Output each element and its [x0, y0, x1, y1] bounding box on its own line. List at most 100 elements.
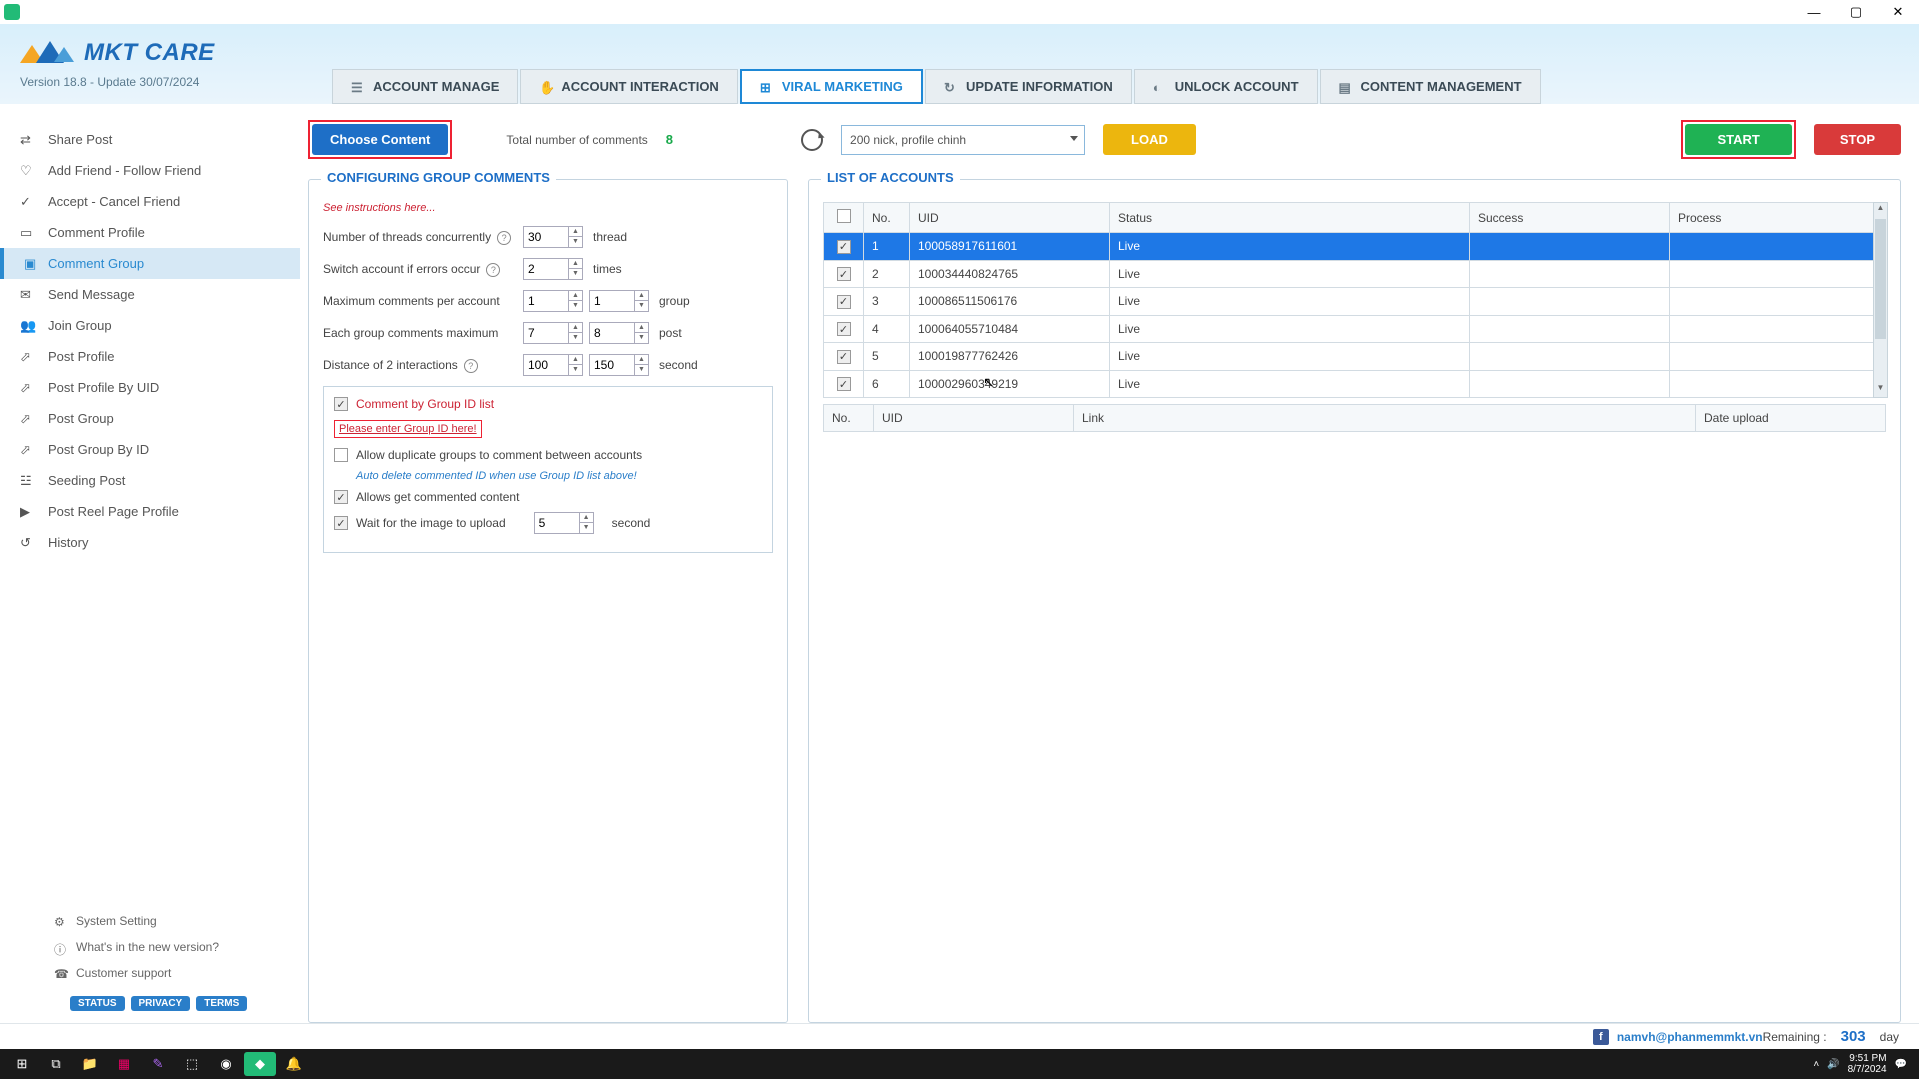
threads-input[interactable]: ▲▼	[523, 226, 583, 248]
row-checkbox[interactable]	[837, 322, 851, 336]
privacy-badge[interactable]: PRIVACY	[131, 996, 191, 1011]
row-checkbox[interactable]	[837, 295, 851, 309]
sidebar-item-comment-profile[interactable]: ▭Comment Profile	[0, 217, 300, 248]
col-uid2[interactable]: UID	[874, 405, 1074, 432]
sidebar-item-send-message[interactable]: ✉Send Message	[0, 279, 300, 310]
switch-input[interactable]: ▲▼	[523, 258, 583, 280]
accounts-scrollbar[interactable]: ▲▼	[1873, 202, 1888, 398]
contact-email[interactable]: namvh@phanmemmkt.vn	[1617, 1030, 1763, 1044]
enter-group-id-link[interactable]: Please enter Group ID here!	[334, 420, 482, 438]
row-checkbox[interactable]	[837, 240, 851, 254]
tab-unlock-account[interactable]: ◐UNLOCK ACCOUNT	[1134, 69, 1318, 104]
facebook-icon[interactable]: f	[1593, 1029, 1609, 1045]
dist-input-b[interactable]: ▲▼	[589, 354, 649, 376]
tab-account-manage[interactable]: ☰ACCOUNT MANAGE	[332, 69, 518, 104]
window-close-button[interactable]: ✕	[1877, 0, 1919, 24]
eachgrp-input-a[interactable]: ▲▼	[523, 322, 583, 344]
col-uid[interactable]: UID	[910, 203, 1110, 233]
row-checkbox[interactable]	[837, 267, 851, 281]
sidebar-system-setting[interactable]: ⚙System Setting	[0, 908, 300, 934]
wait-image-checkbox[interactable]	[334, 516, 348, 530]
tab-viral-marketing[interactable]: ⊞VIRAL MARKETING	[740, 69, 923, 104]
unit-label: thread	[593, 230, 627, 244]
status-badge[interactable]: STATUS	[70, 996, 125, 1011]
col-no[interactable]: No.	[864, 203, 910, 233]
tray-chevron-icon[interactable]: ˄	[1813, 1059, 1819, 1070]
start-button[interactable]: ⊞	[6, 1052, 38, 1076]
sidebar-item-post-reel[interactable]: ▶Post Reel Page Profile	[0, 496, 300, 527]
table-row[interactable]: 2 100034440824765 Live	[824, 260, 1886, 288]
row-checkbox[interactable]	[837, 350, 851, 364]
cell-process	[1670, 315, 1886, 343]
instructions-link[interactable]: See instructions here...	[323, 202, 773, 214]
sidebar-item-add-friend[interactable]: ♡Add Friend - Follow Friend	[0, 155, 300, 186]
sidebar-whats-new[interactable]: ⓘWhat's in the new version?	[0, 934, 300, 960]
tray-volume-icon[interactable]: 🔊	[1827, 1059, 1839, 1070]
window-minimize-button[interactable]: —	[1793, 0, 1835, 24]
help-icon[interactable]: ?	[497, 231, 511, 245]
col-no2[interactable]: No.	[824, 405, 874, 432]
maxacct-input-b[interactable]: ▲▼	[589, 290, 649, 312]
table-row[interactable]: 5 100019877762426 Live	[824, 343, 1886, 371]
window-maximize-button[interactable]: ▢	[1835, 0, 1877, 24]
chrome-icon[interactable]: ◉	[210, 1052, 242, 1076]
cell-process	[1670, 370, 1886, 398]
app-icon-5[interactable]: 🔔	[278, 1052, 310, 1076]
sidebar-item-post-group[interactable]: ⬀Post Group	[0, 403, 300, 434]
col-date[interactable]: Date upload	[1696, 405, 1886, 432]
sidebar-item-history[interactable]: ↺History	[0, 527, 300, 558]
terms-badge[interactable]: TERMS	[196, 996, 247, 1011]
sidebar-item-accept-cancel[interactable]: ✓Accept - Cancel Friend	[0, 186, 300, 217]
start-button[interactable]: START	[1685, 124, 1791, 155]
app-icon-1[interactable]: ▦	[108, 1052, 140, 1076]
select-all-checkbox[interactable]	[837, 209, 851, 223]
maxacct-input-a[interactable]: ▲▼	[523, 290, 583, 312]
stop-button[interactable]: STOP	[1814, 124, 1901, 155]
refresh-icon[interactable]	[801, 129, 823, 151]
load-button[interactable]: LOAD	[1103, 124, 1196, 155]
explorer-icon[interactable]: 📁	[74, 1052, 106, 1076]
sidebar-item-join-group[interactable]: 👥Join Group	[0, 310, 300, 341]
col-process[interactable]: Process	[1670, 203, 1886, 233]
tab-account-interaction[interactable]: ✋ACCOUNT INTERACTION	[520, 69, 737, 104]
unit-label: second	[659, 358, 698, 372]
sidebar-item-label: Comment Profile	[48, 225, 145, 240]
tab-update-information[interactable]: ↻UPDATE INFORMATION	[925, 69, 1132, 104]
choose-content-button[interactable]: Choose Content	[312, 124, 448, 155]
help-icon[interactable]: ?	[486, 263, 500, 277]
sidebar-item-share-post[interactable]: ⇄Share Post	[0, 124, 300, 155]
app-header: MKT CARE Version 18.8 - Update 30/07/202…	[0, 24, 1919, 104]
sidebar-item-post-profile-uid[interactable]: ⬀Post Profile By UID	[0, 372, 300, 403]
app-icon-4[interactable]: ◆	[244, 1052, 276, 1076]
app-icon-3[interactable]: ⬚	[176, 1052, 208, 1076]
col-success[interactable]: Success	[1470, 203, 1670, 233]
col-status[interactable]: Status	[1110, 203, 1470, 233]
get-content-checkbox[interactable]	[334, 490, 348, 504]
tray-clock[interactable]: 9:51 PM 8/7/2024	[1848, 1053, 1887, 1075]
tab-label: UNLOCK ACCOUNT	[1175, 79, 1299, 94]
help-icon[interactable]: ?	[464, 359, 478, 373]
sidebar-item-label: Join Group	[48, 318, 112, 333]
sidebar-item-post-profile[interactable]: ⬀Post Profile	[0, 341, 300, 372]
sidebar: ⇄Share Post ♡Add Friend - Follow Friend …	[0, 104, 300, 1023]
sidebar-item-comment-group[interactable]: ▣Comment Group	[0, 248, 300, 279]
eachgrp-input-b[interactable]: ▲▼	[589, 322, 649, 344]
sidebar-item-post-group-id[interactable]: ⬀Post Group By ID	[0, 434, 300, 465]
tray-notifications-icon[interactable]: 💬	[1895, 1059, 1907, 1070]
sidebar-customer-support[interactable]: ☎Customer support	[0, 960, 300, 986]
tab-content-management[interactable]: ▤CONTENT MANAGEMENT	[1320, 69, 1541, 104]
table-row[interactable]: 4 100064055710484 Live	[824, 315, 1886, 343]
table-row[interactable]: 1 100058917611601 Live	[824, 233, 1886, 261]
table-row[interactable]: 3 100086511506176 Live	[824, 288, 1886, 316]
dist-input-a[interactable]: ▲▼	[523, 354, 583, 376]
allow-duplicate-checkbox[interactable]	[334, 448, 348, 462]
task-view-button[interactable]: ⧉	[40, 1052, 72, 1076]
app-icon-2[interactable]: ✎	[142, 1052, 174, 1076]
table-row[interactable]: 6 100002960349219 Live	[824, 370, 1886, 398]
sidebar-item-seeding-post[interactable]: ☳Seeding Post	[0, 465, 300, 496]
col-link[interactable]: Link	[1074, 405, 1696, 432]
row-checkbox[interactable]	[837, 377, 851, 391]
wait-input[interactable]: ▲▼	[534, 512, 594, 534]
profile-combo[interactable]: 200 nick, profile chinh	[841, 125, 1085, 155]
comment-byid-checkbox[interactable]	[334, 397, 348, 411]
